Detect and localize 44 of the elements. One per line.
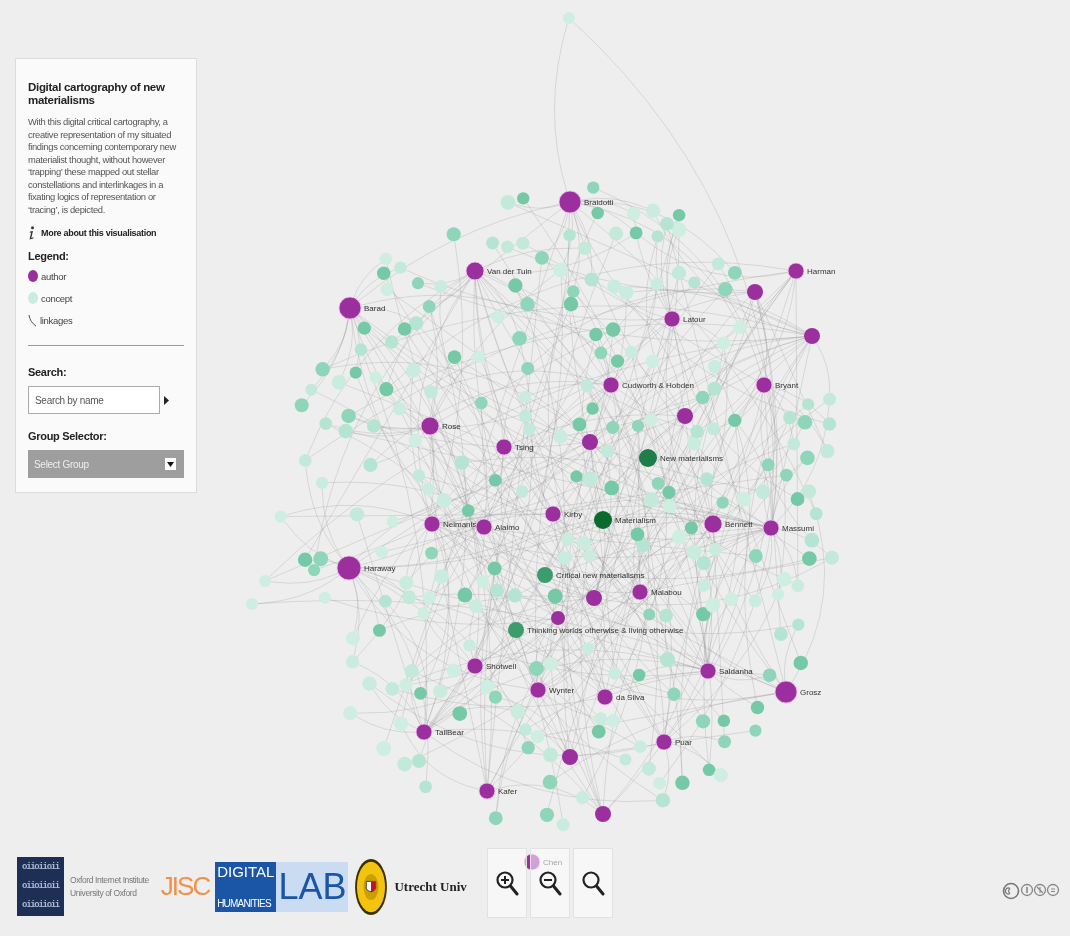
node-label: Rose (442, 422, 461, 431)
node-label: Braidotti (584, 198, 614, 207)
node-label: Barad (364, 304, 386, 313)
node-label: Van der Tuin (487, 267, 532, 276)
node-label: Bennett (725, 520, 753, 529)
node-label: Wynter (549, 686, 575, 695)
node-label: Massumi (782, 524, 814, 533)
oii-logo: oiioiioii oiioiioii oiioiioii (17, 857, 64, 916)
node-label: Cudworth & Hobden (622, 381, 695, 390)
node-label: Latour (683, 315, 706, 324)
node-label: Puar (675, 738, 692, 747)
utrecht-university-name: Utrecht Univ (394, 878, 467, 895)
legend-label: concept (41, 292, 73, 304)
panel-title: Digital cartography of new materialisms (28, 81, 166, 107)
node-label: Kirby (564, 510, 583, 519)
search-field[interactable]: Search by name (28, 386, 160, 414)
node-label: da Silva (616, 693, 645, 702)
group-heading: Group Selector: (28, 430, 108, 442)
description-text: With this digital critical cartography, a creative representation of my situated findings concerning contemporary new materialist thought, without however ‘trapping’ these mapped out stellar constellations and interlinkages in a fixating logics of representation or ‘tracing’, is depicted. (28, 116, 177, 216)
node-label: Tsing (515, 443, 534, 452)
more-info-link[interactable]: More about this visualisation (41, 228, 157, 238)
node-label: Kafer (498, 787, 518, 796)
node-label: Shotwell (486, 662, 517, 671)
node-label: TallBear (435, 728, 464, 737)
legend-heading: Legend: (28, 250, 70, 262)
node-label: Thinking worlds otherwise & living otherwise (527, 626, 684, 635)
legend-label: author (41, 270, 67, 282)
node-label: Bryant (775, 381, 799, 390)
node-label: Chen (543, 858, 563, 867)
jisc-logo: JISC (160, 871, 210, 902)
node-label: Saldanha (719, 667, 753, 676)
node-label: Harman (807, 267, 836, 276)
node-label: New materialisms (660, 454, 724, 463)
node-label: Neimanis (443, 520, 477, 529)
legend-label: linkages (40, 315, 73, 326)
node-label: Critical new materialisms (556, 571, 645, 580)
node-label: Alaimo (495, 523, 520, 532)
university-name: University of Oxford (70, 888, 138, 898)
node-label: Malabou (651, 588, 682, 597)
institute-name: Oxford Internet Institute (70, 875, 149, 885)
node-label: Grosz (800, 688, 822, 697)
node-label: Materialism (615, 516, 656, 525)
search-heading: Search: (28, 366, 68, 378)
node-label: Haraway (364, 564, 396, 573)
